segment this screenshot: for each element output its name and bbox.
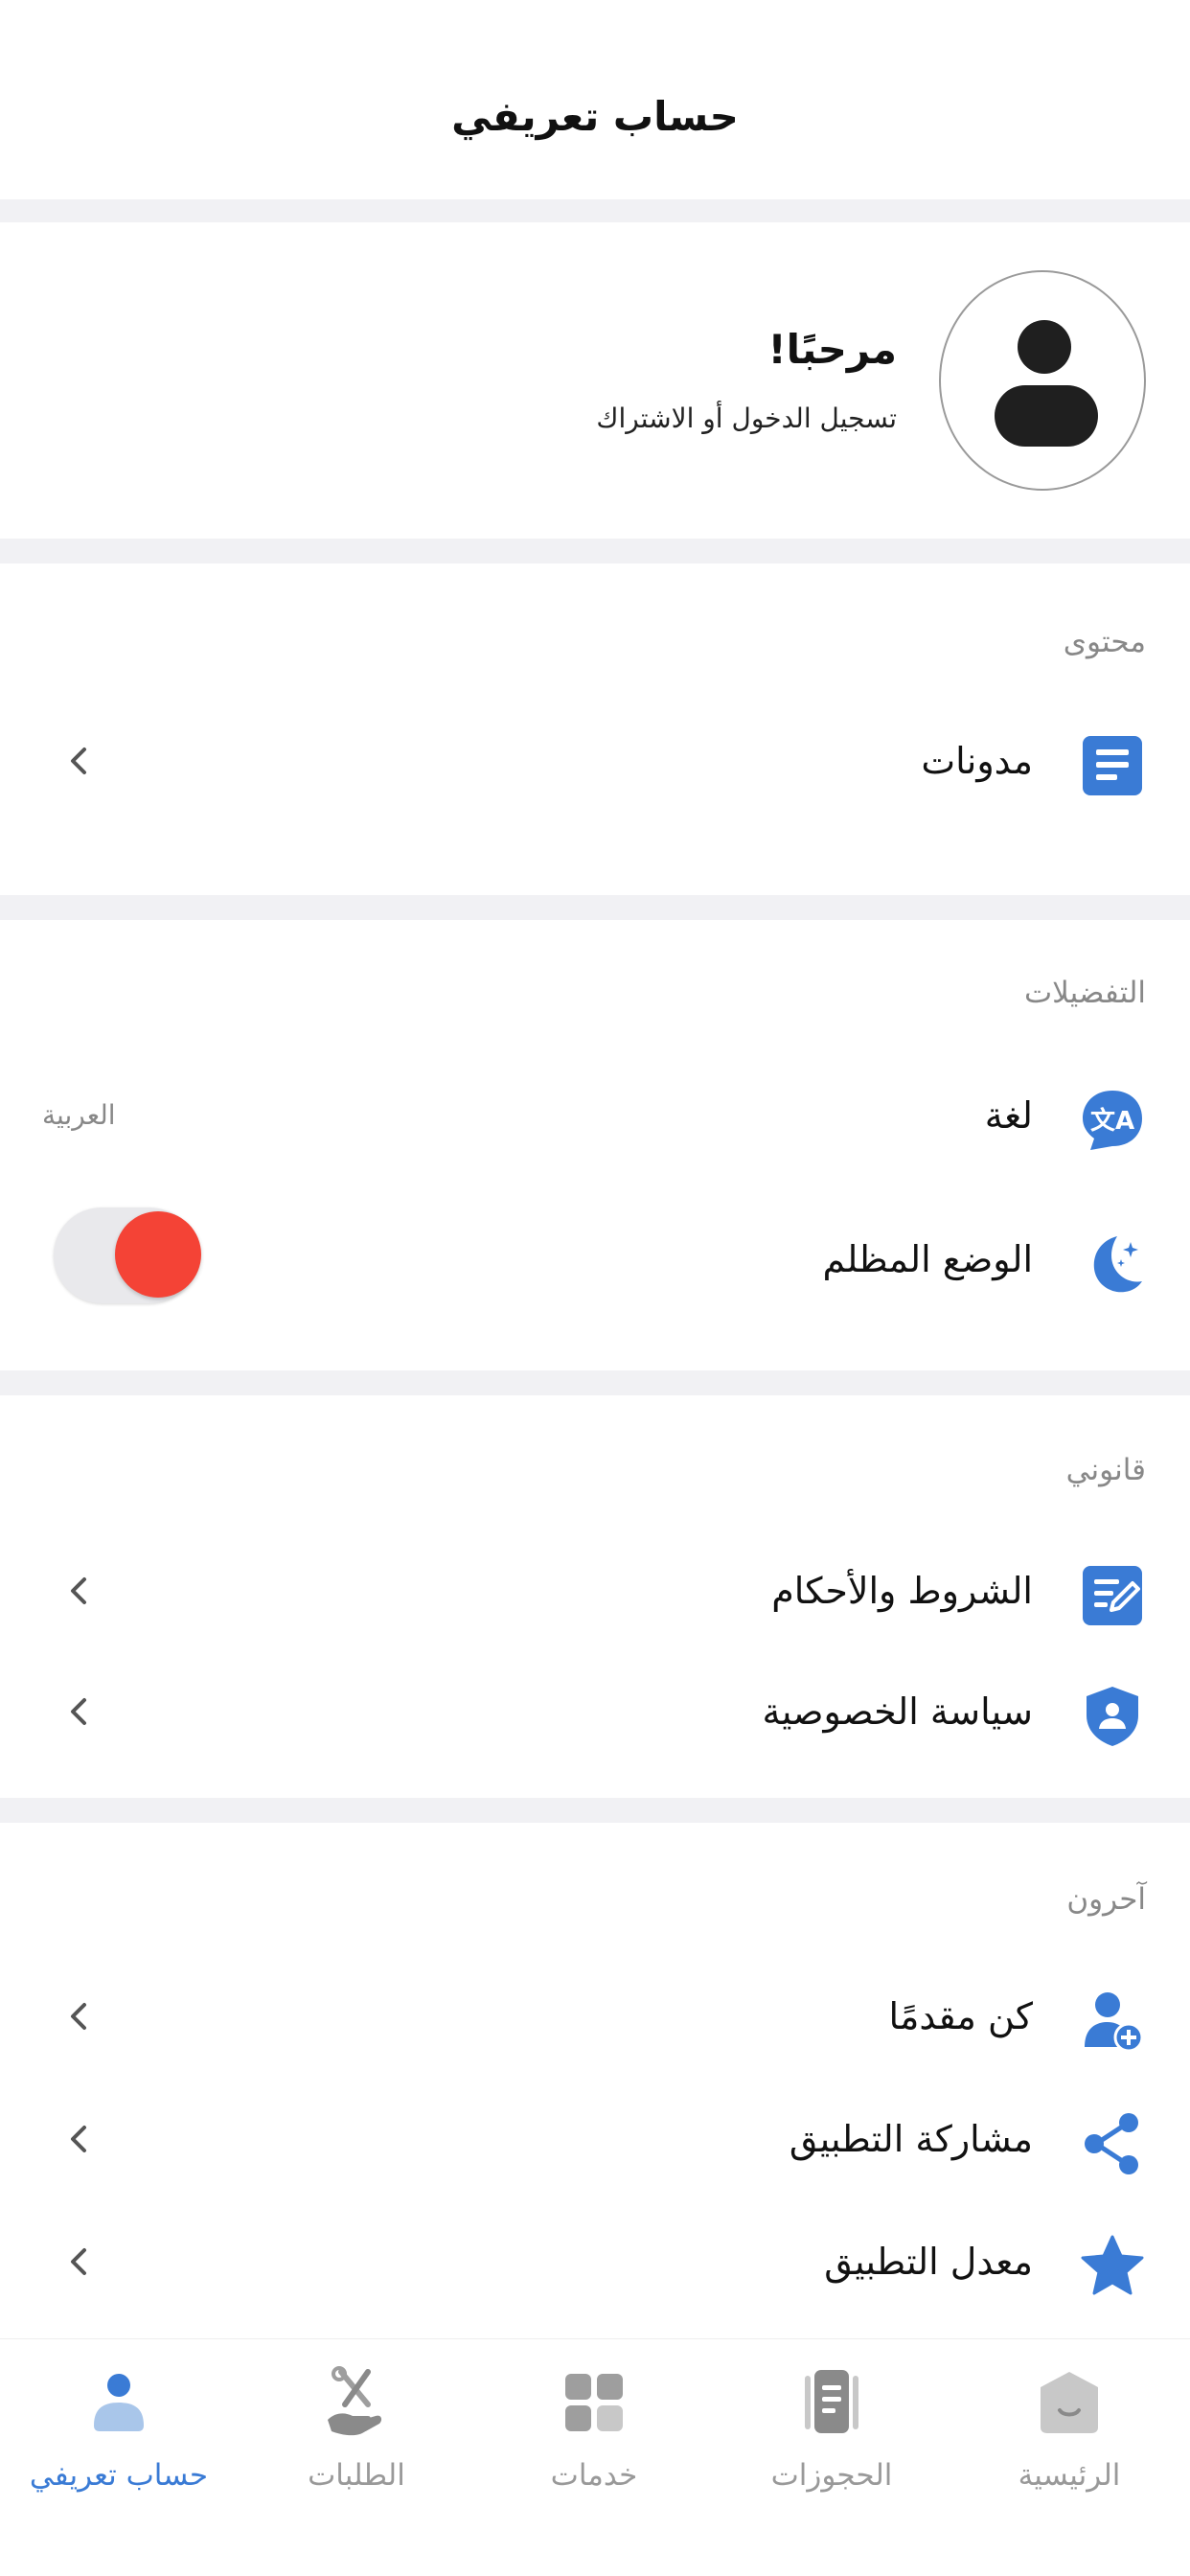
nav-item-profile[interactable]: حساب تعريفي: [0, 2339, 238, 2576]
dark-mode-toggle[interactable]: [54, 1208, 201, 1303]
menu-item-rate-app[interactable]: معدل التطبيق: [0, 2214, 1190, 2310]
menu-item-label: معدل التطبيق: [824, 2241, 1033, 2283]
menu-item-blogs[interactable]: مدونات: [0, 713, 1190, 809]
clipboard-icon: [805, 2370, 858, 2433]
section-title-legal: قانوني: [1065, 1453, 1146, 1487]
toggle-knob: [115, 1211, 201, 1298]
nav-label: خدمات: [550, 2458, 638, 2493]
chevron-left-icon: [71, 1698, 86, 1725]
menu-item-label: لغة: [984, 1094, 1033, 1137]
section-divider: [0, 1798, 1190, 1823]
avatar[interactable]: [939, 270, 1146, 491]
share-icon: [1085, 2113, 1138, 2174]
nav-item-requests[interactable]: الطلبات: [238, 2339, 475, 2576]
chevron-left-icon: [71, 2003, 86, 2030]
chevron-left-icon: [71, 1577, 86, 1604]
menu-item-language[interactable]: 文A لغة العربية: [0, 1068, 1190, 1163]
menu-item-label: مشاركة التطبيق: [789, 2118, 1033, 2160]
star-icon: [1081, 2235, 1144, 2295]
menu-item-label: مدونات: [921, 740, 1033, 782]
menu-item-terms[interactable]: الشروط والأحكام: [0, 1543, 1190, 1639]
section-title-content: محتوى: [1063, 625, 1146, 659]
nav-label: الحجوزات: [770, 2458, 893, 2493]
document-icon: [1083, 736, 1142, 795]
section-divider: [0, 895, 1190, 920]
login-signup-link[interactable]: تسجيل الدخول أو الاشتراك: [596, 402, 897, 434]
menu-item-privacy[interactable]: سياسة الخصوصية: [0, 1664, 1190, 1760]
translate-icon: 文A: [1083, 1091, 1142, 1150]
chevron-left-icon: [71, 2248, 86, 2275]
section-divider: [0, 199, 1190, 222]
menu-item-dark-mode[interactable]: الوضع المظلم: [0, 1208, 1190, 1307]
menu-item-share-app[interactable]: مشاركة التطبيق: [0, 2091, 1190, 2187]
tools-hand-icon: [328, 2366, 382, 2436]
add-user-icon: [1085, 1992, 1144, 2053]
chevron-left-icon: [71, 2126, 86, 2152]
language-value: العربية: [42, 1099, 116, 1131]
menu-item-label: سياسة الخصوصية: [762, 1690, 1033, 1733]
nav-label: الرئيسية: [1018, 2458, 1121, 2493]
menu-item-become-provider[interactable]: كن مقدمًا: [0, 1968, 1190, 2064]
home-icon: [1041, 2372, 1098, 2433]
page-title: حساب تعريفي: [451, 93, 739, 140]
nav-label: الطلبات: [308, 2458, 405, 2493]
user-silhouette-icon: [995, 320, 1098, 447]
nav-label: حساب تعريفي: [29, 2458, 209, 2493]
nav-item-home[interactable]: الرئيسية: [950, 2339, 1188, 2576]
bottom-navigation: حساب تعريفي الطلبات خدمات الحجوزات الرئي…: [0, 2338, 1190, 2576]
svg-text:文A: 文A: [1090, 1106, 1134, 1136]
grid-icon: [565, 2374, 623, 2431]
nav-item-bookings[interactable]: الحجوزات: [713, 2339, 950, 2576]
section-title-others: آحرون: [1066, 1882, 1146, 1917]
section-title-preferences: التفضيلات: [1023, 976, 1146, 1010]
menu-item-label: كن مقدمًا: [888, 1995, 1033, 2037]
menu-item-label: الوضع المظلم: [822, 1238, 1033, 1280]
menu-item-label: الشروط والأحكام: [771, 1570, 1033, 1612]
greeting-text: مرحبًا!: [767, 326, 897, 373]
nav-item-services[interactable]: خدمات: [475, 2339, 713, 2576]
edit-document-icon: [1083, 1566, 1142, 1625]
section-divider: [0, 1370, 1190, 1395]
section-divider: [0, 539, 1190, 564]
profile-card[interactable]: مرحبًا! تسجيل الدخول أو الاشتراك: [0, 222, 1190, 539]
person-icon: [94, 2374, 144, 2431]
shield-user-icon: [1087, 1687, 1138, 1746]
chevron-left-icon: [71, 748, 86, 774]
moon-icon: [1093, 1236, 1142, 1293]
